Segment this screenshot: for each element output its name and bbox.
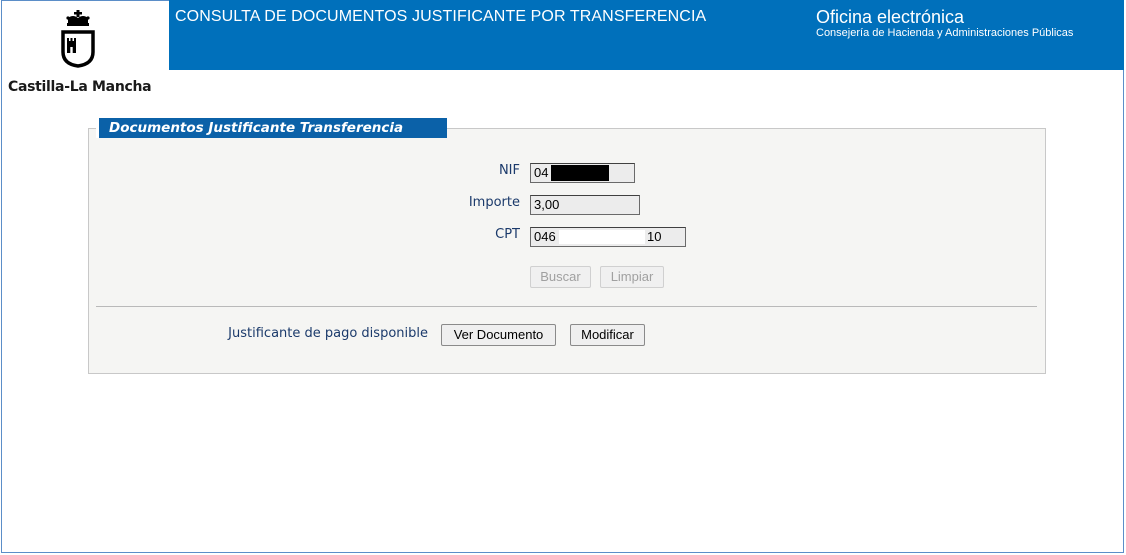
modify-button[interactable]: Modificar (570, 324, 645, 346)
cpt-field[interactable]: 046 10 (530, 227, 686, 247)
logo-text: Castilla-La Mancha (8, 79, 152, 95)
panel-title: Documentos Justificante Transferencia (96, 118, 447, 138)
nif-label: NIF (498, 163, 520, 178)
nif-value: 04 (534, 165, 549, 180)
importe-label: Importe (468, 195, 520, 210)
coat-of-arms-icon (61, 10, 95, 68)
castilla-la-mancha-logo: Castilla-La Mancha (6, 8, 166, 98)
department-name: Consejería de Hacienda y Administracione… (816, 27, 1074, 39)
importe-field[interactable]: 3,00 (530, 195, 640, 215)
payment-available-label: Justificante de pago disponible (228, 326, 428, 341)
cpt-value-prefix: 046 (534, 229, 556, 244)
redaction-block (559, 230, 645, 244)
header-bar: CONSULTA DE DOCUMENTOS JUSTIFICANTE POR … (169, 0, 1124, 70)
cpt-label: CPT (495, 227, 520, 242)
nif-field[interactable]: 04 (530, 163, 635, 183)
office-info: Oficina electrónica Consejería de Hacien… (816, 7, 1073, 40)
importe-value: 3,00 (534, 197, 560, 212)
divider (96, 306, 1037, 307)
search-button[interactable]: Buscar (530, 266, 591, 288)
redaction-block (551, 165, 609, 181)
office-name: Oficina electrónica (816, 7, 965, 27)
page-title: CONSULTA DE DOCUMENTOS JUSTIFICANTE POR … (175, 8, 707, 25)
clear-button[interactable]: Limpiar (600, 266, 664, 288)
cpt-value-suffix: 10 (647, 229, 662, 244)
view-document-button[interactable]: Ver Documento (441, 324, 556, 346)
